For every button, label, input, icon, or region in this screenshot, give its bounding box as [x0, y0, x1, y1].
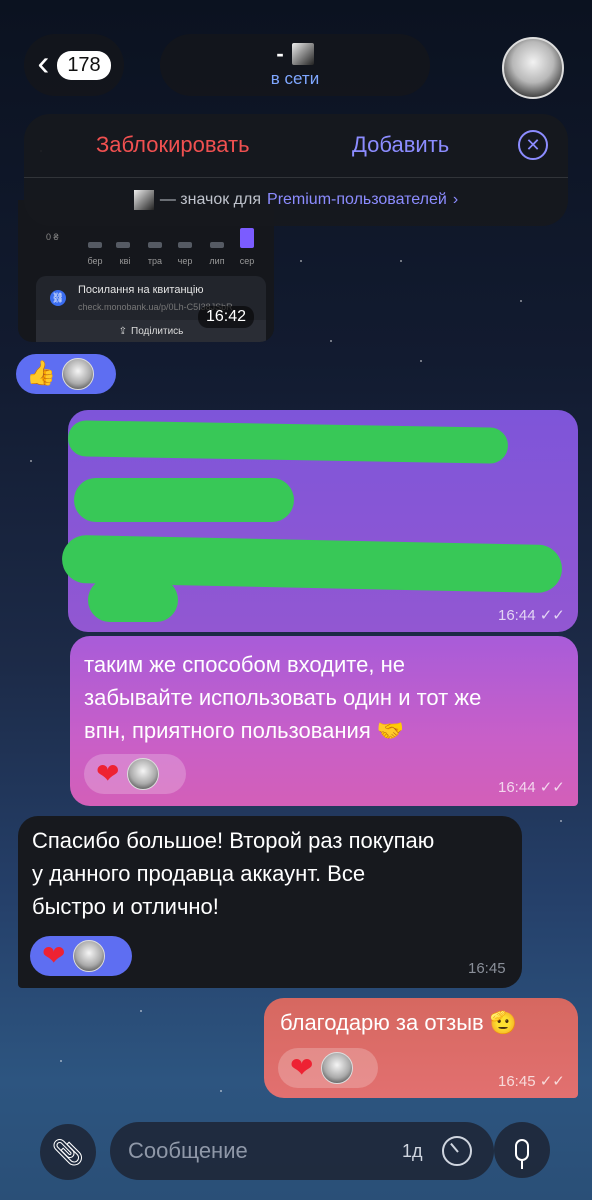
unread-count-badge: 178: [57, 50, 111, 80]
read-checks-icon: ✓✓: [539, 607, 565, 624]
chart-bar: [210, 242, 224, 248]
chart-bar: [88, 242, 102, 248]
message-text: Спасибо большое! Второй раз покупаю у да…: [32, 824, 434, 923]
share-label: Поділитись: [131, 325, 184, 337]
spending-chart: 0 ₴ бер кві тра чер лип сер: [18, 224, 274, 274]
premium-notice-text: — значок для: [159, 191, 262, 208]
chart-month-label: лип: [209, 256, 225, 266]
microphone-icon: [515, 1139, 529, 1169]
heart-icon: ❤: [42, 940, 66, 971]
reactor-avatar: [127, 758, 160, 790]
thumbs-up-icon: 👍: [26, 360, 56, 387]
message-time: 16:44 ✓✓: [498, 606, 565, 624]
time-value: 16:44: [498, 779, 536, 796]
close-panel-button[interactable]: ✕: [518, 130, 548, 160]
heart-icon: ❤: [290, 1052, 314, 1083]
online-status: в сети: [270, 69, 320, 88]
attach-button[interactable]: 📎︎: [40, 1124, 96, 1180]
message-input-placeholder: Сообщение: [128, 1138, 248, 1163]
message-text: благодарю за отзыв 🫡: [280, 1010, 518, 1035]
chevron-left-icon: ‹: [37, 42, 50, 83]
chart-bar: [240, 228, 254, 248]
reaction-pill[interactable]: ❤: [84, 754, 186, 794]
chat-title[interactable]: - в сети: [160, 34, 430, 96]
contact-name-row: -: [276, 41, 314, 67]
add-contact-button[interactable]: Добавить: [352, 132, 449, 158]
custom-emoji-status-icon: [291, 43, 314, 65]
message-bubble-reply[interactable]: благодарю за отзыв 🫡 ❤ 16:45 ✓✓: [264, 998, 578, 1098]
stranger-action-panel: Заблокировать Добавить ✕ — значок для Pr…: [24, 114, 568, 226]
message-time: 16:45 ✓✓: [498, 1072, 565, 1090]
read-checks-icon: ✓✓: [539, 1073, 565, 1090]
message-line: впн, приятного пользования 🤝: [84, 718, 405, 743]
chart-bar: [116, 242, 130, 248]
premium-notice[interactable]: — значок для Premium-пользователей ›: [24, 190, 568, 210]
receipt-title: Посилання на квитанцію: [78, 284, 204, 296]
message-line: у данного продавца аккаунт. Все: [32, 861, 366, 886]
reactor-avatar: [61, 358, 94, 390]
chart-month-label: бер: [87, 256, 103, 266]
chart-month-label: тра: [147, 256, 163, 266]
timer-icon[interactable]: [442, 1136, 472, 1166]
message-line: таким же способом входите, не: [84, 652, 405, 677]
link-icon: ⛓: [50, 290, 66, 306]
divider: [24, 177, 568, 178]
contact-avatar[interactable]: [502, 37, 564, 99]
message-line: быстро и отлично!: [32, 894, 219, 919]
premium-link[interactable]: Premium-пользователей: [267, 191, 447, 209]
heart-icon: ❤: [96, 758, 120, 789]
read-checks-icon: ✓✓: [539, 779, 565, 796]
redaction-scribble: [74, 478, 294, 522]
chart-zero-label: 0 ₴: [46, 232, 59, 242]
message-bubble-vpn-tip[interactable]: таким же способом входите, не забывайте …: [70, 636, 578, 806]
back-button[interactable]: ‹ 178: [24, 34, 124, 96]
time-value: 16:45: [498, 1073, 536, 1090]
reaction-pill[interactable]: ❤: [30, 936, 132, 976]
reaction-pill[interactable]: ❤: [278, 1048, 378, 1088]
redaction-scribble: [67, 420, 509, 464]
voice-message-button[interactable]: [494, 1122, 550, 1178]
chevron-right-icon: ›: [452, 191, 459, 208]
close-icon: ✕: [525, 134, 541, 155]
block-button[interactable]: Заблокировать: [96, 132, 250, 158]
message-line: забывайте использовать один и тот же: [84, 685, 482, 710]
chart-bar: [178, 242, 192, 248]
reactor-avatar: [321, 1052, 354, 1084]
message-time: 16:42: [198, 306, 255, 328]
chart-month-label: сер: [239, 256, 255, 266]
reaction-pill[interactable]: 👍: [16, 354, 116, 394]
paperclip-icon: 📎︎: [51, 1136, 85, 1167]
message-bubble-redacted[interactable]: 16:44 ✓✓: [61, 410, 578, 632]
message-input[interactable]: Сообщение 1д: [110, 1122, 494, 1180]
premium-emoji-icon: [133, 190, 154, 210]
message-line: Спасибо большое! Второй раз покупаю: [32, 828, 435, 853]
contact-name: -: [276, 41, 284, 66]
message-text: таким же способом входите, не забывайте …: [84, 648, 481, 747]
share-icon: ⇪: [118, 325, 127, 337]
auto-delete-timer-label: 1д: [402, 1141, 423, 1161]
time-value: 16:44: [498, 607, 536, 624]
message-time: 16:44 ✓✓: [498, 778, 565, 796]
reactor-avatar: [73, 940, 106, 972]
chart-month-label: кві: [119, 256, 131, 266]
redaction-scribble: [88, 578, 178, 622]
chart-bar: [148, 242, 162, 248]
message-time: 16:45: [468, 960, 506, 977]
chart-month-label: чер: [177, 256, 193, 266]
message-bubble-thanks[interactable]: Спасибо большое! Второй раз покупаю у да…: [18, 816, 522, 988]
